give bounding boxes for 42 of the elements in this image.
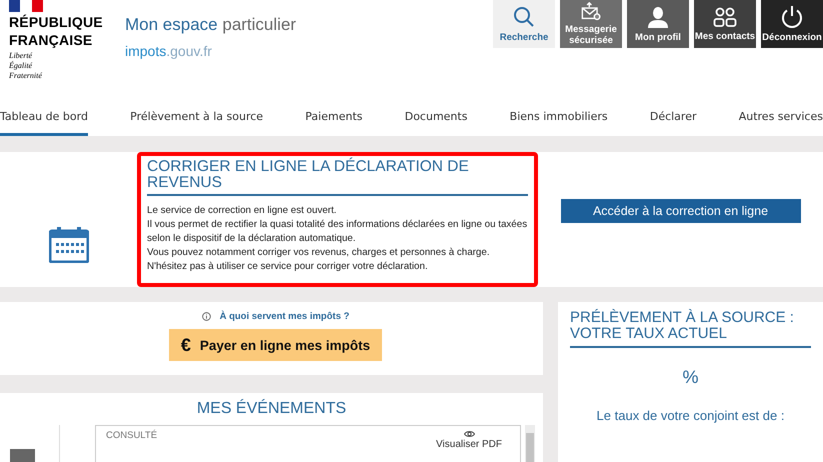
notice-text: Il vous permet de rectifier la quasi totalité des informations déclarées en ligne ou taxées selon le dispositif de la déclaration automatique. [147, 218, 528, 246]
info-icon [202, 312, 211, 321]
nav-tab[interactable]: Paiements [305, 100, 362, 136]
notice-text: Le service de correction en ligne est ouvert. [147, 204, 338, 218]
pay-button[interactable]: € Payer en ligne mes impôts [169, 329, 382, 361]
motto-line: Liberté [9, 51, 34, 61]
nav-tab[interactable]: Prélèvement à la source [130, 100, 264, 136]
info-link[interactable]: À quoi servent mes impôts ? [220, 311, 350, 322]
calendar-icon [48, 226, 88, 262]
search-icon [512, 5, 536, 29]
envelope-icon [579, 2, 603, 21]
eye-icon [464, 430, 475, 438]
nav-tab[interactable]: Tableau de bord [0, 100, 88, 136]
toolbar-button[interactable]: Mes contacts [694, 0, 756, 48]
site-domain: impots.gouv.fr [125, 43, 213, 59]
nav-tab[interactable]: Biens immobiliers [510, 100, 608, 136]
site-title: Mon espace particulier [125, 15, 298, 35]
spouse-rate-label: Le taux de votre conjoint est de : [596, 408, 784, 423]
person-icon [646, 5, 670, 29]
motto-line: Fraternité [9, 71, 43, 81]
event-status: CONSULTÉ [106, 430, 158, 443]
toolbar-button[interactable]: Messagerie sécurisée [560, 0, 622, 48]
nav-tab[interactable]: Déclarer [650, 100, 696, 136]
notice-title: CORRIGER EN LIGNE LA DÉCLARATION DE REVENUS [147, 159, 528, 196]
correction-button[interactable]: Accéder à la correction en ligne [560, 199, 800, 223]
republic-name: RÉPUBLIQUE [9, 15, 104, 30]
flag-icon [9, 0, 43, 12]
nav-tab[interactable]: Autres services [738, 100, 823, 136]
motto-line: Égalité [9, 61, 34, 71]
toolbar-button[interactable]: Recherche [493, 0, 555, 48]
view-pdf-link[interactable]: Visualiser PDF [436, 430, 502, 462]
events-title: MES ÉVÉNEMENTS [196, 400, 348, 418]
power-icon [780, 5, 804, 29]
republic-name: FRANÇAISE [9, 33, 94, 48]
rate-value: % [682, 367, 698, 388]
notice-text: Vous pouvez notamment corriger vos revenus, charges et personnes à charge. [147, 246, 491, 260]
nav-tab[interactable]: Documents [404, 100, 468, 136]
rate-title: PRÉLÈVEMENT À LA SOURCE : VOTRE TAUX ACTUEL [570, 310, 811, 348]
toolbar-button[interactable]: Déconnexion [761, 0, 823, 48]
toolbar-button[interactable]: Mon profil [627, 0, 689, 48]
people-icon [713, 6, 737, 28]
notice-text: N'hésitez pas à utiliser ce service pour corriger votre déclaration. [147, 260, 429, 274]
